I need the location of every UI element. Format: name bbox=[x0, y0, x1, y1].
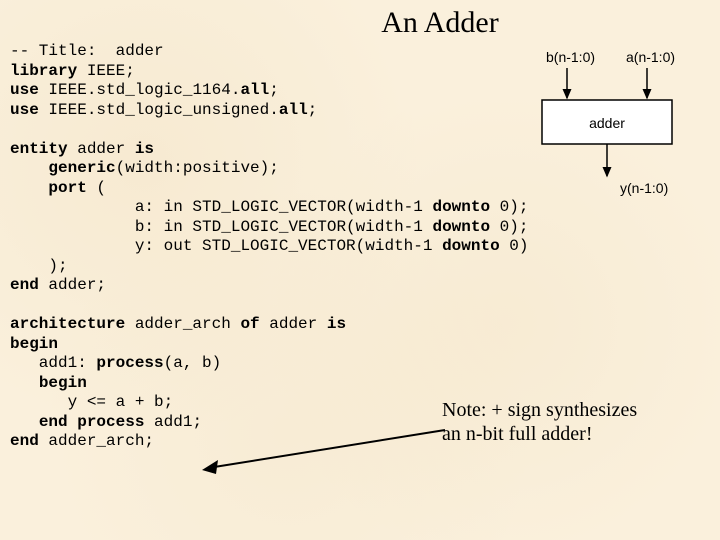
tok: ); bbox=[10, 257, 68, 275]
tok: add1; bbox=[144, 413, 202, 431]
tok: ; bbox=[308, 101, 318, 119]
tok: adder bbox=[68, 140, 135, 158]
tok: adder_arch; bbox=[39, 432, 154, 450]
kw: downto bbox=[442, 237, 500, 255]
annotation-note: Note: + sign synthesizes an n-bit full a… bbox=[442, 398, 702, 446]
tok: 0) bbox=[500, 237, 529, 255]
diagram-label-a: a(n-1:0) bbox=[626, 49, 675, 65]
note-line: Note: + sign synthesizes bbox=[442, 399, 637, 421]
kw: process bbox=[96, 354, 163, 372]
kw: downto bbox=[432, 218, 490, 236]
code-line: -- Title: adder bbox=[10, 42, 164, 60]
kw: all bbox=[279, 101, 308, 119]
kw: downto bbox=[432, 198, 490, 216]
tok: b: in STD_LOGIC_VECTOR(width-1 bbox=[10, 218, 432, 236]
diagram-block-label: adder bbox=[589, 115, 625, 131]
kw: library bbox=[10, 62, 77, 80]
tok: y: out STD_LOGIC_VECTOR(width-1 bbox=[10, 237, 442, 255]
tok bbox=[10, 413, 39, 431]
kw: of bbox=[240, 315, 259, 333]
kw: generic bbox=[48, 159, 115, 177]
note-line: an n-bit full adder! bbox=[442, 423, 593, 445]
tok bbox=[10, 374, 39, 392]
tok: (width:positive); bbox=[116, 159, 279, 177]
tok: ( bbox=[87, 179, 106, 197]
tok: adder bbox=[260, 315, 327, 333]
tok: IEEE; bbox=[77, 62, 135, 80]
kw: end bbox=[10, 432, 39, 450]
kw: begin bbox=[10, 335, 58, 353]
tok: ; bbox=[269, 81, 279, 99]
tok: IEEE.std_logic_1164. bbox=[39, 81, 241, 99]
page-title: An Adder bbox=[0, 0, 720, 42]
tok: IEEE.std_logic_unsigned. bbox=[39, 101, 279, 119]
tok: adder; bbox=[39, 276, 106, 294]
kw: use bbox=[10, 81, 39, 99]
kw: begin bbox=[39, 374, 87, 392]
kw: all bbox=[240, 81, 269, 99]
kw: use bbox=[10, 101, 39, 119]
kw: entity bbox=[10, 140, 68, 158]
tok: add1: bbox=[10, 354, 96, 372]
kw: is bbox=[327, 315, 346, 333]
kw: port bbox=[48, 179, 86, 197]
diagram-label-b: b(n-1:0) bbox=[546, 49, 595, 65]
adder-block-diagram: b(n-1:0) a(n-1:0) adder y(n-1:0) bbox=[512, 48, 692, 208]
tok: adder_arch bbox=[125, 315, 240, 333]
kw: architecture bbox=[10, 315, 125, 333]
tok: a: in STD_LOGIC_VECTOR(width-1 bbox=[10, 198, 432, 216]
kw: is bbox=[135, 140, 154, 158]
tok bbox=[10, 159, 48, 177]
diagram-label-y: y(n-1:0) bbox=[620, 180, 668, 196]
tok: y <= a + b; bbox=[10, 393, 173, 411]
kw: end process bbox=[39, 413, 145, 431]
tok bbox=[10, 179, 48, 197]
kw: end bbox=[10, 276, 39, 294]
tok: (a, b) bbox=[164, 354, 222, 372]
tok: 0); bbox=[490, 218, 528, 236]
